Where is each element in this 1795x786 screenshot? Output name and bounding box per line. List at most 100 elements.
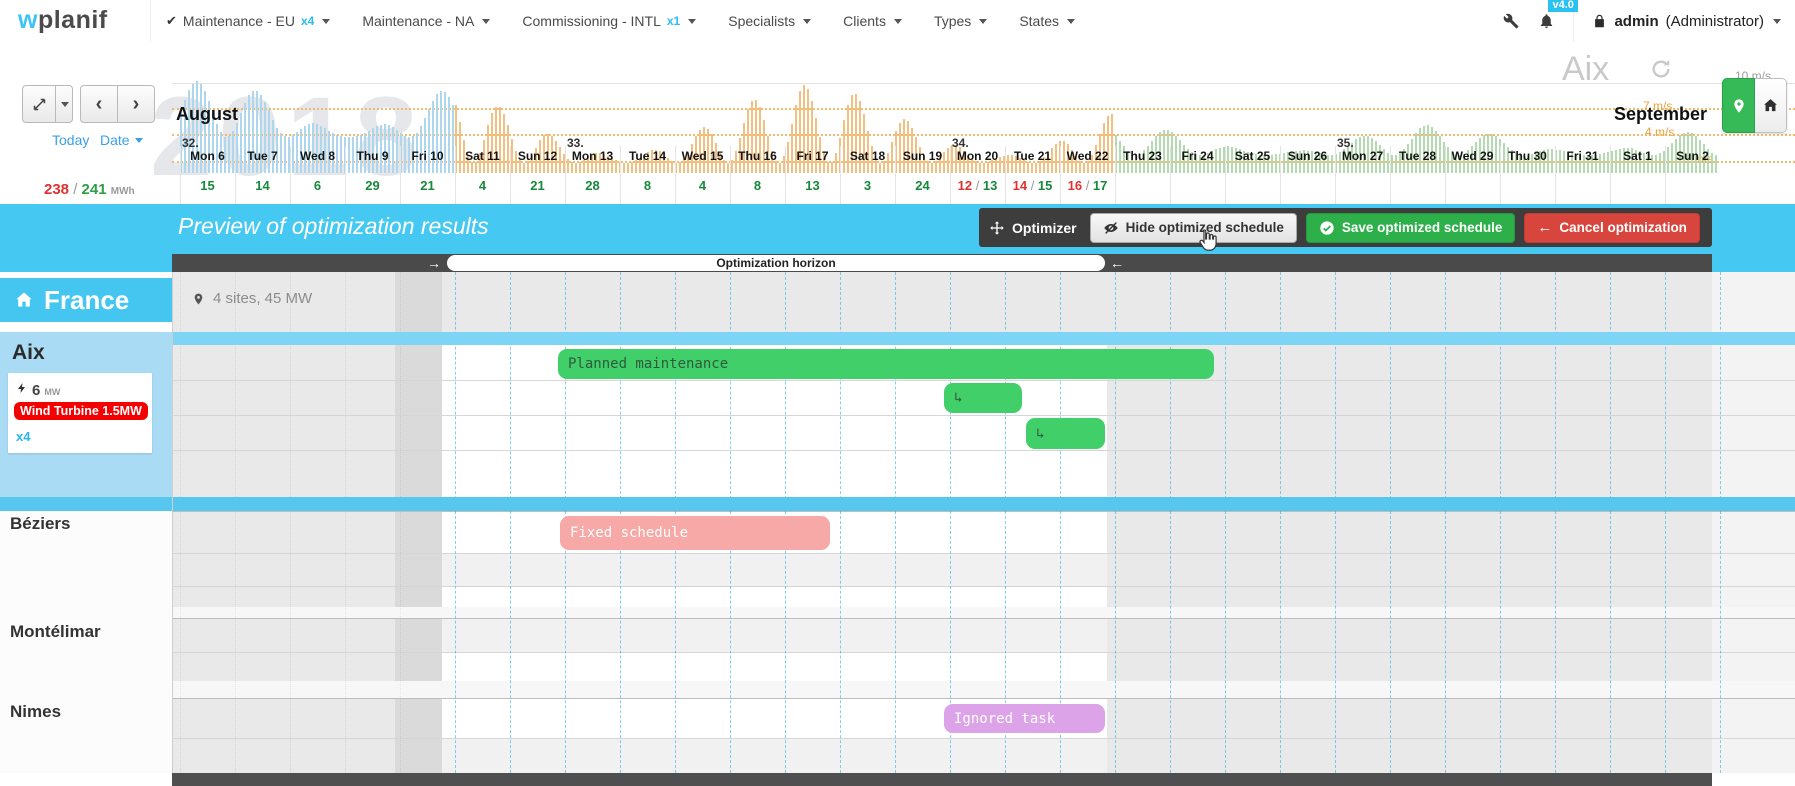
optimizer-text: Optimizer xyxy=(1012,220,1077,236)
hide-optimized-schedule-button[interactable]: Hide optimized schedule xyxy=(1090,213,1297,243)
bar-ignored-task[interactable]: Ignored task xyxy=(944,704,1105,733)
wind-bar xyxy=(827,162,829,173)
section-top-border xyxy=(172,618,1795,619)
bar-planned-sub-2[interactable]: ↳ xyxy=(1026,418,1105,449)
gantt-bottom-scrollbar[interactable] xyxy=(172,773,1712,786)
day-gridline xyxy=(455,272,456,773)
logo-divider xyxy=(150,0,151,42)
site-label-montelimar[interactable]: Montélimar xyxy=(10,622,101,642)
turbine-count: x4 xyxy=(16,429,30,444)
focused-site-title: Aix xyxy=(1562,50,1609,89)
shaded-row xyxy=(442,553,1107,586)
cancel-button-label: Cancel optimization xyxy=(1559,220,1687,235)
bar-fixed-schedule[interactable]: Fixed schedule xyxy=(560,516,830,550)
menu-item-types[interactable]: Types xyxy=(934,13,987,29)
wind-bar xyxy=(1031,163,1033,173)
section-gap xyxy=(0,681,1795,698)
day-label: Fri 31 xyxy=(1555,149,1610,163)
day-label: Sat 11 xyxy=(455,149,510,163)
menu-item-maintenance-eu[interactable]: ✔Maintenance - EUx4 xyxy=(166,13,330,29)
wind-bar xyxy=(1103,123,1105,173)
day-availability-value: 21 xyxy=(400,178,455,193)
day-label: Sun 2 xyxy=(1665,149,1720,163)
horizon-right-arrow-icon[interactable]: → xyxy=(427,254,441,272)
day-label: Fri 17 xyxy=(785,149,840,163)
day-availability-value: 13 xyxy=(785,178,840,193)
wind-bar xyxy=(763,120,765,173)
user-name: admin xyxy=(1614,13,1658,30)
today-link[interactable]: Today xyxy=(52,132,89,148)
day-label: Sun 19 xyxy=(895,149,950,163)
day-gridline xyxy=(1720,272,1721,773)
wind-bar xyxy=(627,163,629,173)
day-gridline xyxy=(235,272,236,773)
user-menu[interactable]: admin (Administrator) xyxy=(1592,13,1781,30)
date-dropdown[interactable]: Date xyxy=(100,132,143,148)
refresh-icon[interactable] xyxy=(1650,58,1672,85)
map-view-button[interactable] xyxy=(1722,78,1755,133)
site-label-beziers[interactable]: Béziers xyxy=(10,514,70,534)
week-number: 32. xyxy=(182,136,199,150)
day-label: Fri 10 xyxy=(400,149,455,163)
wind-bar xyxy=(475,162,477,173)
grid-right-margin xyxy=(1712,698,1795,773)
cancel-optimization-button[interactable]: ← Cancel optimization xyxy=(1524,213,1700,243)
bar-planned-sub-1[interactable]: ↳ xyxy=(944,383,1022,413)
expand-range-button[interactable] xyxy=(22,85,56,123)
country-header-france[interactable]: France xyxy=(0,278,172,322)
day-availability-value: 3 xyxy=(840,178,895,193)
day-gridline xyxy=(1005,272,1006,773)
site-label-nimes[interactable]: Nimes xyxy=(10,702,61,722)
date-label: Date xyxy=(100,132,130,148)
day-availability-value: 21 xyxy=(510,178,565,193)
day-label: Thu 9 xyxy=(345,149,400,163)
wind-bar xyxy=(240,113,242,173)
turbine-type-badge[interactable]: Wind Turbine 1.5MW xyxy=(14,402,148,420)
day-label: Tue 28 xyxy=(1390,149,1445,163)
navbar: wplanif ✔Maintenance - EUx4 Maintenance -… xyxy=(0,0,1795,43)
notifications-bell-icon[interactable]: v4.0 xyxy=(1538,12,1555,30)
day-label: Mon 20 xyxy=(950,149,1005,163)
menu-count-badge: x4 xyxy=(301,14,314,28)
day-label: Tue 7 xyxy=(235,149,290,163)
site-rows-beziers xyxy=(395,511,442,607)
menu-item-specialists[interactable]: Specialists xyxy=(728,13,811,29)
section-top-border xyxy=(172,511,1795,512)
settings-wrench-icon[interactable] xyxy=(1503,13,1520,30)
site-rows-beziers xyxy=(1107,511,1795,607)
horizon-left-arrow-icon[interactable]: ← xyxy=(1110,254,1124,272)
day-gridline xyxy=(400,272,401,773)
day-availability-value: 8 xyxy=(730,178,785,193)
site-label-aix[interactable]: Aix xyxy=(12,341,45,365)
map-pin-icon xyxy=(192,291,205,307)
bar-planned-maintenance[interactable]: Planned maintenance xyxy=(558,349,1214,379)
save-optimized-schedule-button[interactable]: Save optimized schedule xyxy=(1306,213,1516,243)
wind-bar xyxy=(759,107,761,173)
menu-item-commissioning-intl[interactable]: Commissioning - INTLx1 xyxy=(522,13,696,29)
move-arrows-icon xyxy=(989,220,1005,236)
wind-bar xyxy=(579,162,581,173)
site-rows-aix xyxy=(395,345,442,497)
next-period-button[interactable]: › xyxy=(118,85,155,123)
menu-item-states[interactable]: States xyxy=(1019,13,1075,29)
wind-bar xyxy=(499,107,501,173)
range-dropdown-button[interactable] xyxy=(56,85,73,123)
home-view-button[interactable] xyxy=(1755,78,1787,133)
chevron-down-icon xyxy=(1067,19,1075,24)
section-separator-band xyxy=(0,497,1795,511)
prev-period-button[interactable]: ‹ xyxy=(80,85,118,123)
shaded-row xyxy=(442,618,1107,652)
menu-item-maintenance-na[interactable]: Maintenance - NA xyxy=(362,13,490,29)
day-label: Wed 15 xyxy=(675,149,730,163)
menu-item-clients[interactable]: Clients xyxy=(843,13,902,29)
wind-bar xyxy=(927,161,929,173)
wind-bar xyxy=(459,122,461,173)
optimization-horizon-pill[interactable]: Optimization horizon xyxy=(447,255,1105,271)
menu-label: States xyxy=(1019,13,1059,29)
site-power-value: 6 xyxy=(32,382,40,399)
logo-prefix: w xyxy=(18,6,38,34)
gantt-area: 4 sites, 45 MW France Aix 6 MW Wind Turb… xyxy=(0,272,1795,786)
wind-bar xyxy=(983,163,985,173)
app-logo[interactable]: wplanif xyxy=(18,0,108,42)
chevron-down-icon xyxy=(688,19,696,24)
